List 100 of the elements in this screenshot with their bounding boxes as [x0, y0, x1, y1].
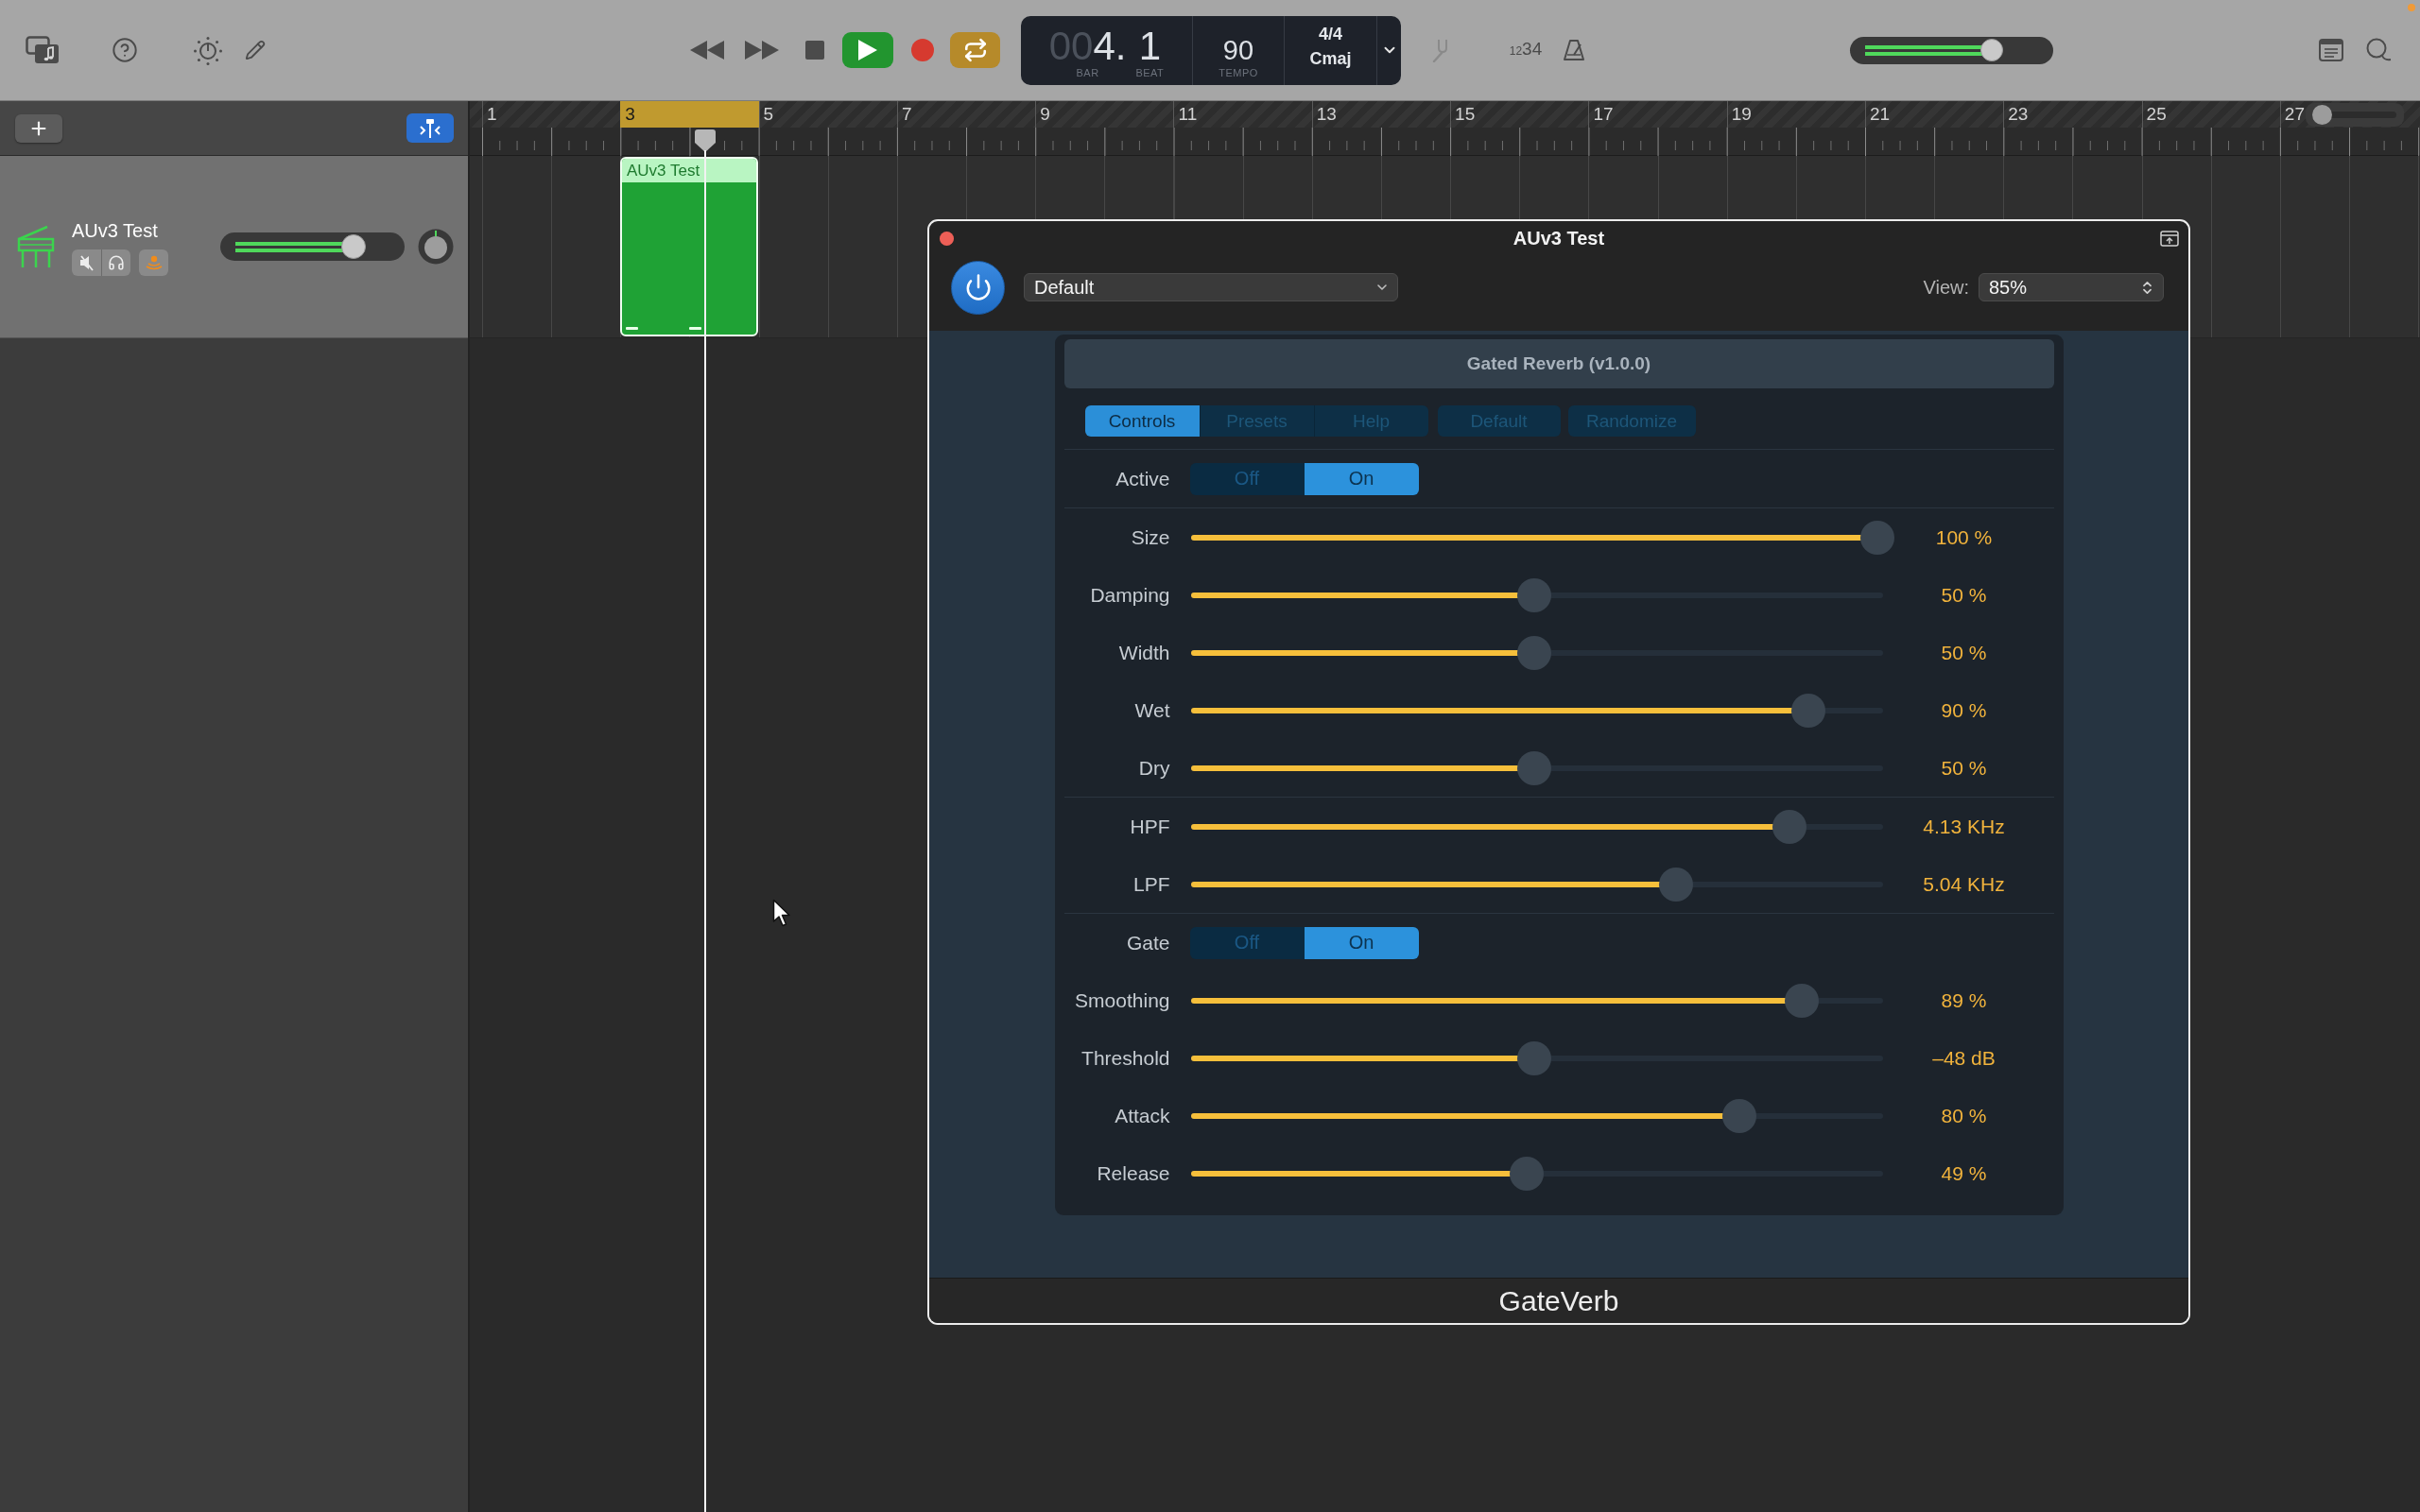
slider-thumb[interactable] [1516, 1040, 1551, 1075]
zoom-slider[interactable] [2306, 103, 2404, 127]
tempo-readout: 90 [1222, 33, 1254, 67]
master-volume-slider[interactable] [1850, 36, 2053, 64]
playhead-catch-icon [418, 117, 442, 139]
key-signature: Cmaj [1309, 48, 1352, 69]
muted-speaker-icon [78, 253, 95, 271]
track-name: AUv3 Test [72, 219, 159, 241]
slider-thumb[interactable] [1722, 1098, 1757, 1133]
parameter-label: Width [1118, 641, 1170, 664]
notepad-icon[interactable] [2319, 39, 2343, 61]
fast-forward-icon[interactable] [745, 41, 779, 60]
playhead-handle-icon[interactable] [695, 129, 716, 152]
monitoring-icon [145, 254, 163, 270]
parameter-value: 50 % [1941, 641, 1987, 664]
view-label: View: [1923, 276, 1969, 299]
loop-icon[interactable] [2365, 38, 2392, 62]
mute-button[interactable] [72, 249, 101, 276]
timeline-ruler[interactable]: 1 3 5 7 9 11 13 15 17 19 21 23 25 27 [470, 101, 2420, 156]
cycle-button[interactable] [950, 32, 1000, 68]
parameter-value: 50 % [1941, 583, 1987, 607]
close-icon[interactable] [940, 231, 954, 246]
bar-number: 9 [1035, 101, 1174, 128]
headphones-icon [108, 253, 125, 271]
media-browser-icon[interactable] [26, 36, 60, 64]
slider-thumb[interactable] [1516, 577, 1551, 612]
bar-number: 5 [758, 101, 897, 128]
toggle-option[interactable]: On [1304, 926, 1419, 959]
parameter-label: Threshold [1081, 1046, 1170, 1070]
parameter-value: –48 dB [1932, 1046, 1996, 1070]
slider-thumb[interactable] [1772, 809, 1806, 844]
slider-thumb[interactable] [1784, 983, 1819, 1018]
parameter-label: Dry [1138, 756, 1170, 780]
plugin-title-bar: Gated Reverb (v1.0.0) [1063, 339, 2054, 388]
plugin-name-footer: GateVerb [929, 1278, 2188, 1323]
count-in-label[interactable]: 1234 [1504, 40, 1547, 60]
parameter-label: Damping [1090, 583, 1170, 607]
parameter-label: Release [1097, 1161, 1170, 1185]
slider-thumb[interactable] [1516, 750, 1551, 785]
bar-number: 23 [2003, 101, 2142, 128]
beat-readout: 1 [1138, 25, 1162, 67]
help-icon[interactable] [112, 37, 138, 63]
window-title: AUv3 Test [1512, 227, 1605, 249]
bar-number: 11 [1173, 101, 1312, 128]
solo-button[interactable] [101, 249, 130, 276]
bar-number: 21 [1864, 101, 2004, 128]
input-monitoring-button[interactable] [139, 249, 168, 276]
parameter-value: 49 % [1941, 1161, 1987, 1185]
beat-caption: BEAT [1135, 66, 1165, 79]
track-volume-slider[interactable] [220, 232, 405, 261]
pencil-icon[interactable] [245, 40, 266, 60]
parameter-value: 80 % [1941, 1104, 1987, 1127]
slider-thumb[interactable] [1510, 1156, 1545, 1191]
status-dot-icon [2408, 4, 2415, 11]
preset-dropdown[interactable]: Default [1024, 273, 1398, 301]
volume-thumb[interactable] [341, 234, 367, 259]
parameter-label: Active [1115, 467, 1170, 490]
mouse-pointer-icon [772, 899, 791, 927]
region-title: AUv3 Test [622, 159, 756, 182]
parameter-value: 5.04 KHz [1923, 872, 2005, 896]
tab[interactable]: Controls [1084, 405, 1200, 437]
track-header[interactable]: AUv3 Test [0, 156, 468, 338]
piano-icon [17, 225, 55, 268]
slider-thumb[interactable] [1859, 520, 1894, 555]
bar-number: 7 [896, 101, 1036, 128]
slider-thumb[interactable] [1790, 693, 1825, 728]
parameter-label: Smoothing [1075, 988, 1170, 1012]
pan-knob[interactable] [418, 229, 454, 265]
dial-icon[interactable] [193, 35, 223, 65]
parameter-value: 90 % [1941, 698, 1987, 722]
view-dropdown[interactable]: 85% [1979, 273, 2164, 301]
bar-number: 25 [2141, 101, 2280, 128]
catch-playhead-button[interactable] [406, 113, 454, 143]
parameter-value: 100 % [1935, 525, 1993, 549]
toggle-option[interactable]: On [1304, 462, 1419, 495]
expand-window-icon[interactable] [2160, 230, 2179, 247]
parameter-value: 4.13 KHz [1923, 815, 2005, 838]
parameter-value: 50 % [1941, 756, 1987, 780]
metronome-icon[interactable] [1563, 39, 1585, 61]
rewind-icon[interactable] [690, 41, 724, 60]
bar-number: 17 [1588, 101, 1727, 128]
bar-number: 15 [1450, 101, 1589, 128]
volume-thumb[interactable] [1979, 39, 2003, 61]
parameter-label: Size [1131, 525, 1170, 549]
parameter-value: 89 % [1941, 988, 1987, 1012]
parameter-label: LPF [1133, 872, 1170, 896]
slider-thumb[interactable] [1516, 635, 1551, 670]
slider-thumb[interactable] [1658, 867, 1693, 902]
region-marker-icon [689, 327, 701, 330]
parameter-label: Attack [1115, 1104, 1170, 1127]
play-button[interactable] [842, 32, 893, 68]
zoom-slider-thumb[interactable] [2311, 105, 2332, 125]
parameter-label: Wet [1134, 698, 1170, 722]
add-track-button[interactable] [15, 113, 62, 143]
bar-number: 13 [1311, 101, 1451, 128]
power-button[interactable] [951, 260, 1005, 315]
track-region[interactable]: AUv3 Test [620, 157, 758, 336]
bar-number: 3 [620, 101, 759, 128]
tempo-caption: TEMPO [1219, 66, 1258, 79]
parameter-label: Gate [1126, 931, 1170, 954]
